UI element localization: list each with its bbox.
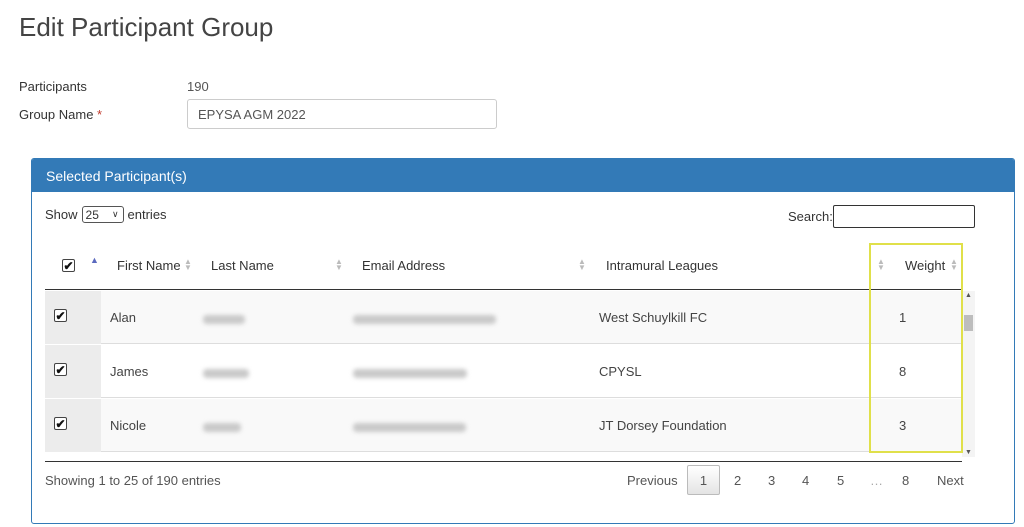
page-button-3[interactable]: 3 bbox=[768, 465, 775, 495]
row-checkbox[interactable]: ✔ bbox=[54, 417, 67, 430]
search-input[interactable] bbox=[833, 205, 975, 228]
select-all-checkbox[interactable]: ✔ bbox=[62, 259, 75, 272]
table-body: ✔ Alan West Schuylkill FC 1 ✔ James CPYS… bbox=[45, 291, 962, 454]
required-marker: * bbox=[97, 107, 103, 122]
participants-label: Participants bbox=[19, 79, 87, 94]
table-row[interactable]: ✔ Alan West Schuylkill FC 1 bbox=[45, 291, 962, 344]
row-checkbox[interactable]: ✔ bbox=[54, 363, 67, 376]
page-button-4[interactable]: 4 bbox=[802, 465, 809, 495]
select-all-cell: ✔ bbox=[62, 241, 75, 290]
sort-asc-icon[interactable]: ▲ bbox=[90, 255, 99, 265]
page-ellipsis: … bbox=[870, 472, 883, 488]
group-name-label: Group Name * bbox=[19, 107, 102, 122]
scroll-up-icon[interactable]: ▲ bbox=[965, 292, 972, 299]
row-select-cell: ✔ bbox=[45, 399, 101, 452]
page-length-value: 25 bbox=[85, 207, 99, 222]
sort-icon[interactable]: ▲ ▼ bbox=[578, 258, 586, 272]
weight-cell: 1 bbox=[899, 310, 907, 325]
show-label: Show bbox=[45, 207, 78, 222]
column-intramural-leagues[interactable]: Intramural Leagues bbox=[606, 241, 718, 290]
participants-count: 190 bbox=[187, 79, 209, 94]
redacted-last-name bbox=[203, 315, 245, 324]
first-name-cell: Nicole bbox=[110, 418, 147, 433]
league-cell: West Schuylkill FC bbox=[599, 310, 708, 325]
page-button-5[interactable]: 5 bbox=[837, 465, 844, 495]
column-weight[interactable]: Weight bbox=[905, 241, 945, 290]
scrollbar-thumb[interactable] bbox=[964, 315, 973, 331]
column-first-name[interactable]: First Name bbox=[117, 241, 181, 290]
panel-header: Selected Participant(s) bbox=[32, 159, 1014, 192]
next-button[interactable]: Next bbox=[937, 465, 964, 495]
redacted-email bbox=[353, 423, 466, 432]
page-length-control: Show 25 ∨ entries bbox=[45, 206, 167, 223]
chevron-down-icon: ∨ bbox=[111, 209, 119, 219]
redacted-last-name bbox=[203, 423, 241, 432]
search-label: Search: bbox=[788, 209, 833, 224]
first-name-cell: James bbox=[110, 364, 149, 379]
table-scrollbar[interactable]: ▲ ▼ bbox=[962, 291, 975, 457]
table-info: Showing 1 to 25 of 190 entries bbox=[45, 473, 221, 488]
first-name-cell: Alan bbox=[110, 310, 137, 325]
redacted-last-name bbox=[203, 369, 249, 378]
row-select-cell: ✔ bbox=[45, 291, 101, 344]
page-title: Edit Participant Group bbox=[19, 12, 274, 42]
league-cell: JT Dorsey Foundation bbox=[599, 418, 727, 433]
sort-icon[interactable]: ▲ ▼ bbox=[950, 258, 958, 272]
page-button-2[interactable]: 2 bbox=[734, 465, 741, 495]
group-name-label-text: Group Name bbox=[19, 107, 94, 122]
scroll-down-icon[interactable]: ▼ bbox=[965, 449, 972, 456]
weight-cell: 8 bbox=[899, 364, 907, 379]
previous-button[interactable]: Previous bbox=[627, 465, 678, 495]
redacted-email bbox=[353, 369, 467, 378]
column-last-name[interactable]: Last Name bbox=[211, 241, 274, 290]
sort-icon[interactable]: ▲ ▼ bbox=[877, 258, 885, 272]
sort-icon[interactable]: ▲ ▼ bbox=[335, 258, 343, 272]
page-length-select[interactable]: 25 ∨ bbox=[81, 206, 124, 223]
page-button-1[interactable]: 1 bbox=[687, 465, 720, 495]
page-button-8[interactable]: 8 bbox=[902, 465, 909, 495]
row-select-cell: ✔ bbox=[45, 345, 101, 398]
row-checkbox[interactable]: ✔ bbox=[54, 309, 67, 322]
selected-participants-panel: Selected Participant(s) Show 25 ∨ entrie… bbox=[31, 158, 1015, 524]
group-name-input[interactable]: EPYSA AGM 2022 bbox=[187, 99, 497, 129]
league-cell: CPYSL bbox=[599, 364, 642, 379]
table-row[interactable]: ✔ James CPYSL 8 bbox=[45, 345, 962, 398]
redacted-email bbox=[353, 315, 496, 324]
weight-cell: 3 bbox=[899, 418, 907, 433]
entries-label: entries bbox=[127, 207, 167, 222]
column-email-address[interactable]: Email Address bbox=[362, 241, 445, 290]
table-footer-divider bbox=[45, 461, 962, 462]
sort-icon[interactable]: ▲ ▼ bbox=[184, 258, 192, 272]
table-header: ✔ ▲ First Name ▲ ▼ Last Name ▲ ▼ Email Add… bbox=[45, 241, 962, 290]
table-row[interactable]: ✔ Nicole JT Dorsey Foundation 3 bbox=[45, 399, 962, 452]
